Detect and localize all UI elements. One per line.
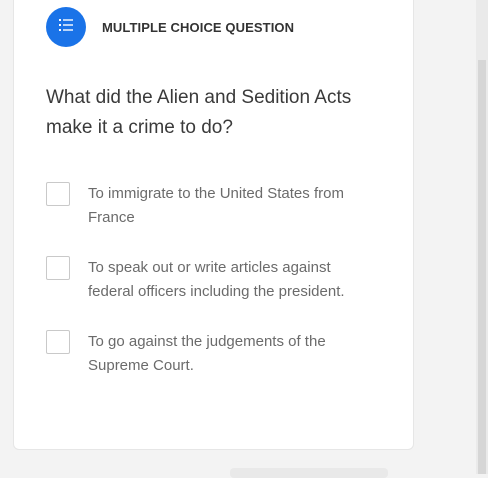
option-checkbox[interactable] [46,182,70,206]
question-type-label: Multiple Choice Question [102,19,295,35]
option-label: To immigrate to the United States from F… [88,185,344,226]
question-header: Multiple Choice Question [46,7,294,47]
option-checkbox[interactable] [46,256,70,280]
option-label: To speak out or write articles against f… [88,259,345,300]
question-text: What did the Alien and Sedition Acts mak… [46,87,352,138]
list-icon [58,17,74,38]
scrollbar-thumb[interactable] [478,60,486,474]
question-type-badge [46,7,86,47]
option-checkbox[interactable] [46,330,70,354]
next-card-edge [230,468,388,478]
answer-option[interactable]: To go against the judgements of the Supr… [46,330,368,378]
answer-option[interactable]: To speak out or write articles against f… [46,256,368,304]
option-label: To go against the judgements of the Supr… [88,333,326,374]
answer-option[interactable]: To immigrate to the United States from F… [46,182,368,230]
